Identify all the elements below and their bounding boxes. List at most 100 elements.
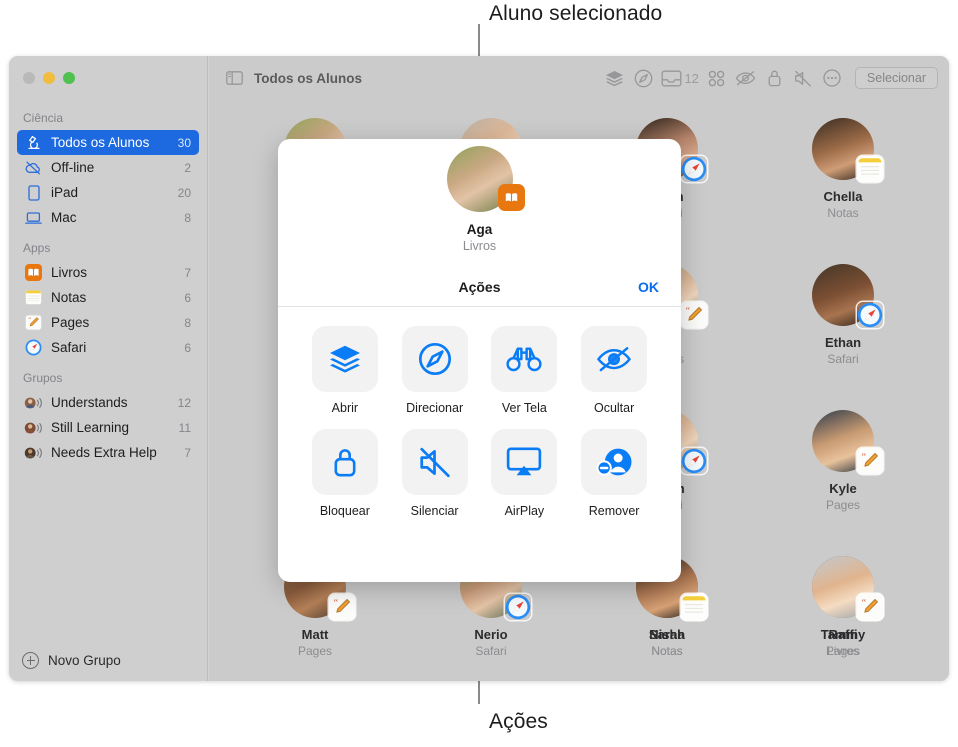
select-button[interactable]: Selecionar bbox=[854, 67, 938, 89]
callout-top-label: Aluno selecionado bbox=[489, 2, 663, 25]
traffic-lights bbox=[23, 72, 75, 84]
lock-icon bbox=[311, 429, 378, 495]
lock-icon[interactable] bbox=[760, 65, 789, 91]
action-label: Silenciar bbox=[410, 504, 459, 518]
sidebar-item-label: Still Learning bbox=[51, 420, 130, 435]
avatar-wrap bbox=[812, 264, 883, 328]
dialog-title-bar: Ações OK bbox=[278, 267, 681, 307]
dialog-student-name: Aga bbox=[466, 222, 493, 237]
sidebar-item-count: 30 bbox=[177, 135, 191, 150]
sidebar-item-label: Livros bbox=[51, 265, 88, 280]
remove-person-icon bbox=[581, 429, 648, 495]
mute-icon[interactable] bbox=[789, 65, 818, 91]
sidebar-item-off-line[interactable]: Off-line 2 bbox=[17, 155, 199, 180]
sidebar-item-livros[interactable]: Livros 7 bbox=[17, 260, 199, 285]
safari-app-icon bbox=[681, 156, 707, 182]
dialog-header: Aga Livros bbox=[278, 139, 681, 253]
dialog-student-app: Livros bbox=[462, 239, 497, 253]
group-icon bbox=[24, 394, 43, 412]
action-label: Bloquear bbox=[319, 504, 370, 518]
eye-slash-icon bbox=[581, 326, 648, 392]
student-app: Notas bbox=[827, 206, 859, 220]
sidebar-item-todos-os-alunos[interactable]: Todos os Alunos 30 bbox=[17, 130, 199, 155]
sidebar-item-count: 12 bbox=[177, 395, 191, 410]
microscope-icon bbox=[24, 134, 43, 152]
action-label: AirPlay bbox=[504, 504, 545, 518]
sidebar-item-count: 8 bbox=[184, 315, 191, 330]
actions-dialog: Aga Livros Ações OK Abrir Direcionar Ver… bbox=[278, 139, 681, 582]
sidebar-item-count: 11 bbox=[178, 420, 191, 435]
ok-button[interactable]: OK bbox=[638, 279, 659, 295]
sidebar-item-understands[interactable]: Understands 12 bbox=[17, 390, 199, 415]
new-group-button[interactable]: Novo Grupo bbox=[9, 639, 207, 681]
sidebar-item-label: Needs Extra Help bbox=[51, 445, 157, 460]
sidebar-item-count: 2 bbox=[184, 160, 191, 175]
sidebar-item-mac[interactable]: Mac 8 bbox=[17, 205, 199, 230]
safari-app-icon bbox=[857, 302, 883, 328]
navigate-icon bbox=[401, 326, 468, 392]
svg-text:“: “ bbox=[686, 306, 690, 317]
more-circle-icon[interactable] bbox=[818, 65, 847, 91]
zoom-button[interactable] bbox=[63, 72, 75, 84]
student-name: Chella bbox=[823, 189, 863, 204]
close-button[interactable] bbox=[23, 72, 35, 84]
new-group-label: Novo Grupo bbox=[48, 652, 121, 668]
sidebar-item-safari[interactable]: Safari 6 bbox=[17, 335, 199, 360]
group-icon bbox=[24, 444, 43, 462]
pages-app-icon: “ bbox=[857, 594, 883, 620]
sidebar-item-count: 7 bbox=[184, 445, 191, 460]
student-card[interactable]: Chella Notas bbox=[755, 106, 931, 252]
ipad-icon bbox=[24, 184, 43, 202]
action-remover[interactable]: Remover bbox=[569, 429, 659, 518]
student-card[interactable]: “ Tammy Pages bbox=[755, 544, 931, 681]
books-app-icon bbox=[497, 184, 525, 211]
sidebar-item-needs-extra-help[interactable]: Needs Extra Help 7 bbox=[17, 440, 199, 465]
student-app: Safari bbox=[827, 352, 859, 366]
student-card[interactable]: Ethan Safari bbox=[755, 252, 931, 398]
safari-app-icon bbox=[24, 339, 43, 357]
books-app-icon bbox=[24, 264, 43, 282]
action-ocultar[interactable]: Ocultar bbox=[569, 326, 659, 415]
student-name: Sarah bbox=[648, 627, 686, 642]
sidebar-item-label: Understands bbox=[51, 395, 128, 410]
action-direcionar[interactable]: Direcionar bbox=[390, 326, 480, 415]
toolbar: Todos os Alunos 12 Selecionar bbox=[209, 56, 949, 100]
sidebar-item-count: 6 bbox=[184, 340, 191, 355]
sidebar-item-label: Off-line bbox=[51, 160, 95, 175]
navigate-icon[interactable] bbox=[629, 65, 658, 91]
sidebar-item-ipad[interactable]: iPad 20 bbox=[17, 180, 199, 205]
sidebar-item-pages[interactable]: “ Pages 8 bbox=[17, 310, 199, 335]
action-label: Remover bbox=[588, 504, 640, 518]
notes-app-icon bbox=[857, 156, 883, 182]
avatar-wrap bbox=[812, 118, 883, 182]
tray-icon[interactable]: 12 bbox=[658, 65, 701, 91]
airplay-icon bbox=[491, 429, 558, 495]
grid-icon[interactable] bbox=[702, 65, 731, 91]
sidebar-item-label: Todos os Alunos bbox=[51, 135, 150, 150]
svg-text:“: “ bbox=[862, 598, 866, 609]
sidebar-item-still-learning[interactable]: Still Learning 11 bbox=[17, 415, 199, 440]
dialog-title: Ações bbox=[458, 278, 501, 295]
sidebar-item-notas[interactable]: Notas 6 bbox=[17, 285, 199, 310]
sidebar-toggle-icon[interactable] bbox=[223, 65, 245, 91]
action-ver-tela[interactable]: Ver Tela bbox=[480, 326, 570, 415]
sidebar-section-header: Grupos bbox=[23, 371, 63, 385]
action-silenciar[interactable]: Silenciar bbox=[390, 429, 480, 518]
mute-icon bbox=[401, 429, 468, 495]
layers-icon[interactable] bbox=[600, 65, 629, 91]
sidebar: Ciência Todos os Alunos 30 Off-line 2 iP… bbox=[9, 56, 208, 681]
action-abrir[interactable]: Abrir bbox=[300, 326, 390, 415]
mac-icon bbox=[24, 209, 43, 227]
minimize-button[interactable] bbox=[43, 72, 55, 84]
sidebar-item-label: Safari bbox=[51, 340, 87, 355]
eye-slash-icon[interactable] bbox=[731, 65, 760, 91]
action-airplay[interactable]: AirPlay bbox=[480, 429, 570, 518]
sidebar-item-label: Pages bbox=[51, 315, 90, 330]
actions-grid: Abrir Direcionar Ver Tela Ocultar Bloque… bbox=[278, 307, 681, 518]
callout-bottom-label: Ações bbox=[489, 710, 548, 733]
group-icon bbox=[24, 419, 43, 437]
action-bloquear[interactable]: Bloquear bbox=[300, 429, 390, 518]
sidebar-item-label: Mac bbox=[51, 210, 77, 225]
notes-app-icon bbox=[681, 594, 707, 620]
sidebar-section-header: Apps bbox=[23, 241, 51, 255]
